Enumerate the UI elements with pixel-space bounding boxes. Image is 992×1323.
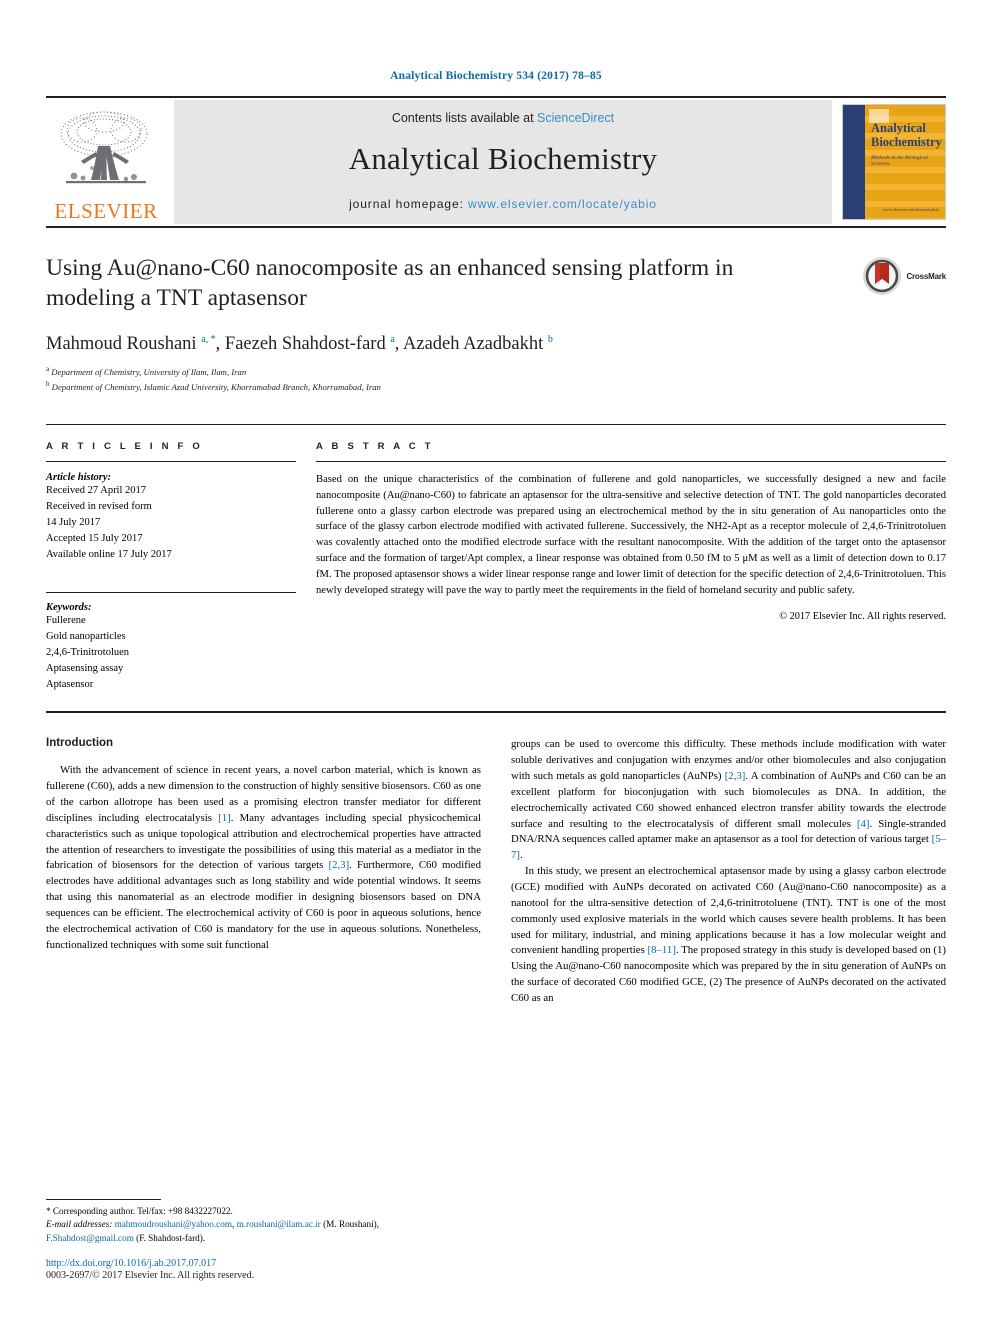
abstract-heading: A B S T R A C T <box>316 440 434 452</box>
contents-prefix: Contents lists available at <box>391 111 538 125</box>
contents-available-line: Contents lists available at ScienceDirec… <box>392 111 614 125</box>
affiliation-item: b Department of Chemistry, Islamic Azad … <box>46 379 826 394</box>
body-columns: Introduction With the advancement of sci… <box>46 737 946 1007</box>
abstract-copyright: © 2017 Elsevier Inc. All rights reserved… <box>779 610 946 622</box>
affiliation-marker: b <box>46 379 50 388</box>
crossmark-label: CrossMark <box>906 271 946 281</box>
abstract-column: A B S T R A C T Based on the unique char… <box>316 441 946 694</box>
citation-ref[interactable]: [5–7] <box>511 833 946 861</box>
cover-spine <box>843 105 865 219</box>
email-addresses-note: E-mail addresses: mahmoudroushani@yahoo.… <box>46 1219 380 1243</box>
journal-homepage-line: journal homepage: www.elsevier.com/locat… <box>349 197 657 211</box>
doi-link[interactable]: http://dx.doi.org/10.1016/j.ab.2017.07.0… <box>46 1258 462 1269</box>
history-item: Accepted 15 July 2017 <box>46 532 143 544</box>
body-column-left: Introduction With the advancement of sci… <box>46 737 481 1007</box>
keyword-item: Aptasensing assay <box>46 663 124 675</box>
journal-masthead: ELSEVIER Contents lists available at Sci… <box>46 96 946 228</box>
divider <box>46 592 296 594</box>
keyword-item: Fullerene <box>46 615 86 627</box>
elsevier-wordmark: ELSEVIER <box>54 199 158 223</box>
body-paragraph: With the advancement of science in recen… <box>46 764 481 951</box>
citation-ref[interactable]: [2,3] <box>725 770 746 782</box>
email-label: E-mail addresses: <box>46 1219 113 1230</box>
footnote-area: * Corresponding author. Tel/fax: +98 843… <box>46 1198 462 1281</box>
article-history-list: Received 27 April 2017 Received in revis… <box>46 483 296 563</box>
article-title: Using Au@nano-C60 nanocomposite as an en… <box>46 255 734 311</box>
cover-footer: www.elsevier.com/locate/yabio <box>882 207 939 213</box>
elsevier-logo: ELSEVIER <box>46 98 166 226</box>
email-link-2[interactable]: m.roushani@ilam.ac.ir <box>237 1219 321 1229</box>
divider <box>46 460 296 462</box>
keyword-item: Gold nanoparticles <box>46 631 126 643</box>
body-column-right: groups can be used to overcome this diff… <box>511 737 946 1007</box>
divider <box>316 460 946 462</box>
masthead-center-panel: Contents lists available at ScienceDirec… <box>174 100 832 224</box>
author-list: Mahmoud Roushani a, *, Faezeh Shahdost-f… <box>46 333 553 354</box>
affiliation-marker: a <box>46 364 50 373</box>
keywords-block: Keywords: Fullerene Gold nanoparticles 2… <box>46 592 296 693</box>
section-divider <box>46 711 946 714</box>
sciencedirect-link[interactable]: ScienceDirect <box>537 111 614 125</box>
keyword-item: Aptasensor <box>46 679 94 691</box>
keyword-item: 2,4,6-Trinitrotoluen <box>46 647 130 659</box>
affiliation-text: Department of Chemistry, Islamic Azad Un… <box>51 381 381 392</box>
article-page: Analytical Biochemistry 534 (2017) 78–85 <box>0 0 992 1323</box>
issn-copyright-line: 0003-2697/© 2017 Elsevier Inc. All right… <box>46 1270 255 1281</box>
history-item: Received 27 April 2017 <box>46 484 147 496</box>
history-item: Available online 17 July 2017 <box>46 548 172 560</box>
keywords-list: Fullerene Gold nanoparticles 2,4,6-Trini… <box>46 613 296 693</box>
crossmark-icon <box>863 257 902 295</box>
journal-cover-thumbnail: Analytical Biochemistry Methods in the B… <box>842 104 946 220</box>
cover-subtitle: Methods in the Biological Sciences <box>871 155 928 167</box>
elsevier-tree-icon <box>60 111 148 184</box>
info-abstract-section: A R T I C L E I N F O Article history: R… <box>46 423 946 694</box>
cover-title: Analytical Biochemistry <box>871 121 942 150</box>
corresponding-author-note: * Corresponding author. Tel/fax: +98 843… <box>46 1205 233 1216</box>
title-block: Using Au@nano-C60 nanocomposite as an en… <box>46 254 946 394</box>
introduction-heading: Introduction <box>46 737 114 750</box>
article-history-label: Article history: <box>46 471 112 483</box>
homepage-prefix: journal homepage: <box>349 197 469 211</box>
article-info-column: A R T I C L E I N F O Article history: R… <box>46 441 296 694</box>
cover-title-line1: Analytical <box>871 121 926 135</box>
affiliation-item: a Department of Chemistry, University of… <box>46 364 826 379</box>
citation-ref[interactable]: [8–11] <box>648 944 676 956</box>
citation-ref[interactable]: [4] <box>857 818 870 830</box>
affiliation-list: a Department of Chemistry, University of… <box>46 364 826 394</box>
article-info-heading: A R T I C L E I N F O <box>46 440 203 452</box>
body-paragraph: In this study, we present an electrochem… <box>511 865 946 1004</box>
email-owner-1: (M. Roushani), <box>323 1219 380 1230</box>
body-paragraph: groups can be used to overcome this diff… <box>511 738 947 862</box>
citation-ref[interactable]: [2,3] <box>328 859 349 871</box>
footnote-divider <box>46 1198 161 1200</box>
history-item: 14 July 2017 <box>46 516 101 528</box>
citation-ref[interactable]: [1] <box>218 812 231 824</box>
email-link-1[interactable]: mahmoudroushani@yahoo.com <box>115 1219 232 1229</box>
affiliation-text: Department of Chemistry, University of I… <box>51 366 247 377</box>
history-item: Received in revised form <box>46 500 152 512</box>
cover-title-line2: Biochemistry <box>871 135 942 150</box>
journal-homepage-link[interactable]: www.elsevier.com/locate/yabio <box>468 197 657 211</box>
email-owner-3: (F. Shahdost-fard). <box>136 1232 206 1243</box>
keywords-label: Keywords: <box>46 602 92 614</box>
abstract-text: Based on the unique characteristics of t… <box>316 473 946 596</box>
journal-title: Analytical Biochemistry <box>348 141 658 176</box>
running-head: Analytical Biochemistry 534 (2017) 78–85 <box>390 70 602 82</box>
email-link-3[interactable]: F.Shahdost@gmail.com <box>46 1233 134 1243</box>
crossmark-badge[interactable]: CrossMark <box>862 256 946 296</box>
